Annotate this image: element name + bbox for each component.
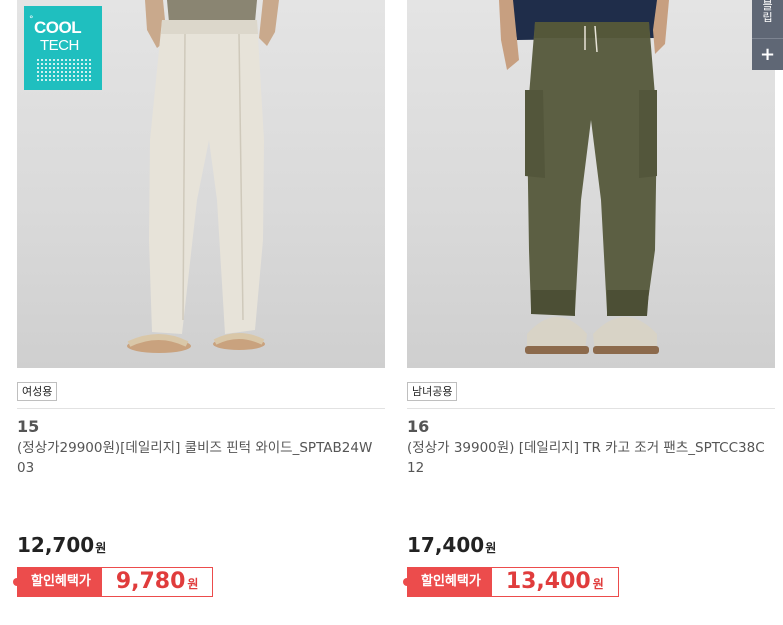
floating-side-panel: 블 립 + — [752, 0, 783, 70]
discount-price-unit: 원 — [187, 577, 199, 591]
cool-tech-badge: ° COOL TECH — [24, 6, 102, 90]
product-number: 15 — [17, 417, 40, 436]
discount-price-value: 9,780 — [115, 569, 186, 594]
product-card: ° COOL TECH 여성용 15 (정상가29900원)[데일리지] 쿨비즈… — [13, 0, 385, 597]
product-number: 16 — [407, 417, 430, 436]
product-image[interactable] — [407, 0, 775, 368]
discount-price-box: 할인혜택가 13,400 원 — [403, 567, 619, 597]
discount-price-unit: 원 — [592, 577, 604, 591]
gender-tag: 여성용 — [17, 382, 58, 401]
plus-icon[interactable]: + — [752, 39, 783, 70]
product-card: 남녀공용 16 (정상가 39900원) [데일리지] TR 카고 조거 팬츠_… — [403, 0, 775, 597]
price-value: 17,400 — [407, 533, 485, 557]
discount-price-box: 할인혜택가 9,780 원 — [13, 567, 214, 597]
discount-label: 할인혜택가 — [403, 567, 492, 597]
dot-pattern-icon — [36, 58, 92, 82]
badge-line2: TECH — [40, 37, 79, 54]
product-price: 17,400원 — [407, 533, 496, 557]
product-image[interactable]: ° COOL TECH — [17, 0, 385, 368]
discount-price: 9,780 원 — [101, 567, 214, 597]
price-unit: 원 — [95, 541, 107, 555]
divider — [407, 408, 775, 409]
degree-icon: ° — [29, 15, 34, 25]
discount-label: 할인혜택가 — [13, 567, 102, 597]
badge-line1: COOL — [34, 18, 82, 37]
product-name-link[interactable]: (정상가29900원)[데일리지] 쿨비즈 핀턱 와이드_SPTAB24W03 — [17, 438, 379, 478]
product-name-link[interactable]: (정상가 39900원) [데일리지] TR 카고 조거 팬츠_SPTCC38C… — [407, 438, 769, 478]
gender-tag: 남녀공용 — [407, 382, 458, 401]
side-panel-link[interactable]: 블 립 — [752, 0, 783, 38]
price-unit: 원 — [485, 541, 497, 555]
divider — [17, 408, 385, 409]
price-value: 12,700 — [17, 533, 95, 557]
olive-cargo-jogger-photo — [499, 0, 669, 354]
product-price: 12,700원 — [17, 533, 106, 557]
side-panel-label-char: 립 — [762, 11, 773, 24]
discount-price: 13,400 원 — [491, 567, 619, 597]
discount-price-value: 13,400 — [505, 569, 591, 594]
